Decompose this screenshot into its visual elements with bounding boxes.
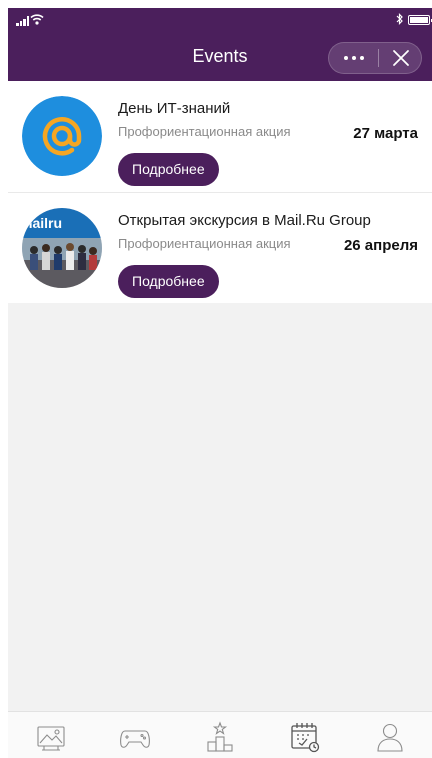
signal-icon	[16, 16, 30, 26]
event-title: Открытая экскурсия в Mail.Ru Group	[118, 212, 371, 229]
calendar-icon[interactable]	[288, 720, 322, 754]
gamepad-icon[interactable]	[118, 720, 152, 754]
details-button[interactable]: Подробнее	[118, 153, 219, 186]
details-button[interactable]: Подробнее	[118, 265, 219, 298]
event-title: День ИТ-знаний	[118, 100, 231, 117]
close-icon[interactable]	[379, 43, 423, 73]
mail-at-logo	[22, 96, 102, 176]
ellipsis-icon[interactable]	[329, 43, 378, 73]
event-subtitle: Профориентационная акция	[118, 236, 291, 251]
list-item[interactable]: День ИТ-знаний Профориентационная акция …	[8, 81, 432, 192]
bluetooth-icon	[396, 13, 403, 25]
battery-icon	[408, 15, 432, 25]
status-bar	[8, 8, 432, 30]
list-item[interactable]: mailru Открытая экскурсия в Mail.Ru Grou…	[8, 192, 432, 303]
header: Events	[8, 8, 432, 81]
event-list: День ИТ-знаний Профориентационная акция …	[8, 81, 432, 303]
event-subtitle: Профориентационная акция	[118, 124, 291, 139]
tab-bar	[8, 711, 432, 758]
app-frame: Events День ИТ-знаний Профориентационная…	[8, 8, 432, 758]
group-photo: mailru	[22, 208, 102, 288]
photo-sign-text: mailru	[22, 215, 62, 231]
profile-icon[interactable]	[373, 720, 407, 754]
event-date: 27 марта	[353, 125, 418, 142]
wifi-icon	[30, 14, 44, 25]
event-date: 26 апреля	[343, 237, 418, 254]
gallery-icon[interactable]	[34, 720, 68, 754]
podium-icon[interactable]	[203, 720, 237, 754]
menu-capsule	[328, 42, 422, 74]
